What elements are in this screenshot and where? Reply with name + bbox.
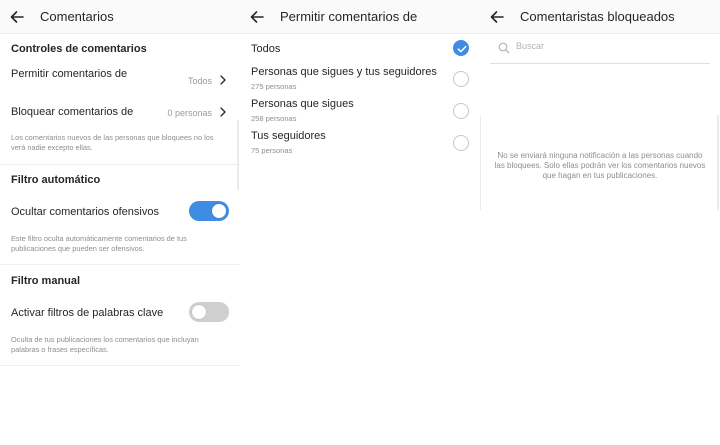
back-arrow-icon[interactable]	[8, 8, 26, 26]
page-title: Permitir comentarios de	[280, 9, 418, 24]
panel-edge	[480, 115, 481, 210]
allow-comments-value: Todos	[187, 76, 212, 86]
blocked-commenters-header: Comentaristas bloqueados	[480, 0, 720, 34]
blocked-commenters-panel: Comentaristas bloqueados No se enviará n…	[480, 0, 720, 445]
allow-comments-label: Permitir comentarios de	[11, 68, 128, 80]
allow-comments-from-row[interactable]: Permitir comentarios de Todos	[0, 64, 240, 98]
scrollbar[interactable]	[717, 115, 719, 210]
divider	[0, 365, 240, 366]
option-followers[interactable]: Tus seguidores 75 personas	[240, 129, 480, 157]
back-arrow-icon[interactable]	[248, 8, 266, 26]
keyword-filters-toggle[interactable]	[189, 302, 229, 322]
block-comments-from-row[interactable]: Bloquear comentarios de 0 personas	[0, 100, 240, 124]
allow-comments-panel: Permitir comentarios de Todos Personas q…	[240, 0, 480, 445]
radio-selected-checkmark-icon[interactable]	[453, 40, 469, 56]
option-following[interactable]: Personas que sigues 258 personas	[240, 97, 480, 125]
scrollbar[interactable]	[237, 120, 239, 190]
page-title: Comentaristas bloqueados	[520, 9, 675, 24]
search-bar[interactable]	[490, 38, 710, 64]
option-following-and-followers[interactable]: Personas que sigues y tus seguidores 275…	[240, 65, 480, 93]
chevron-right-icon	[219, 107, 227, 117]
option-count: 75 personas	[251, 146, 293, 155]
option-label: Tus seguidores	[251, 130, 326, 142]
option-label: Todos	[251, 43, 281, 55]
toggle-knob	[212, 204, 226, 218]
option-everyone[interactable]: Todos	[240, 38, 480, 60]
page-title: Comentarios	[40, 9, 114, 24]
radio-button[interactable]	[453, 135, 469, 151]
comments-header: Comentarios	[0, 0, 240, 34]
option-count: 258 personas	[251, 114, 297, 123]
divider	[0, 164, 240, 165]
search-icon	[498, 42, 510, 54]
toggle-knob	[192, 305, 206, 319]
auto-filter-help-text: Este filtro oculta automáticamente comen…	[11, 234, 187, 253]
block-comments-value: 0 personas	[167, 108, 212, 118]
hide-offensive-toggle[interactable]	[189, 201, 229, 221]
section-title-auto-filter: Filtro automático	[11, 174, 101, 186]
empty-state-message: No se enviará ninguna notificación a las…	[494, 151, 706, 180]
block-comments-help-text: Los comentarios nuevos de las personas q…	[11, 133, 214, 152]
chevron-right-icon	[219, 75, 227, 85]
hide-offensive-label: Ocultar comentarios ofensivos	[11, 206, 159, 218]
option-label: Personas que sigues	[251, 98, 354, 110]
manual-filter-help-text: Oculta de tus publicaciones los comentar…	[11, 335, 199, 354]
allow-comments-header: Permitir comentarios de	[240, 0, 480, 34]
search-input[interactable]	[516, 41, 706, 51]
back-arrow-icon[interactable]	[488, 8, 506, 26]
radio-button[interactable]	[453, 71, 469, 87]
comments-settings-panel: Comentarios Controles de comentarios Per…	[0, 0, 240, 445]
keyword-filters-label: Activar filtros de palabras clave	[11, 307, 164, 319]
section-title-comment-controls: Controles de comentarios	[11, 43, 147, 55]
option-count: 275 personas	[251, 82, 297, 91]
section-title-manual-filter: Filtro manual	[11, 275, 81, 287]
block-comments-label: Bloquear comentarios de	[11, 106, 134, 118]
radio-button[interactable]	[453, 103, 469, 119]
option-label: Personas que sigues y tus seguidores	[251, 66, 437, 78]
divider	[0, 264, 240, 265]
